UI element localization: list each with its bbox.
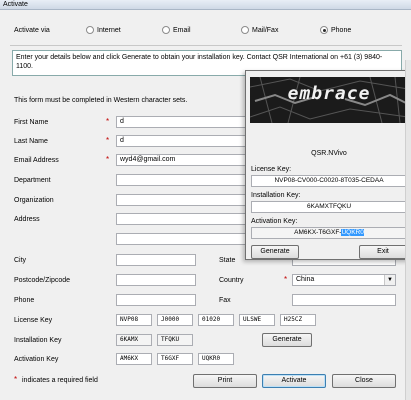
- keygen-activation-text: AM6KX-T6GXF-: [294, 229, 342, 236]
- phone-label: Phone: [14, 297, 35, 304]
- license-key-part[interactable]: NVP08: [116, 314, 152, 326]
- last-name-field[interactable]: d: [116, 135, 246, 147]
- fax-label: Fax: [219, 297, 231, 304]
- keygen-logo: embrace: [287, 83, 371, 104]
- address-label: Address: [14, 216, 40, 223]
- city-label: City: [14, 257, 27, 264]
- keygen-product: QSR.NVivo: [311, 150, 347, 157]
- address-field-line1[interactable]: [116, 213, 246, 225]
- keygen-activation-field[interactable]: AM6KX-T6GXF-UQKR0: [251, 227, 407, 239]
- department-field[interactable]: [116, 174, 246, 186]
- organization-label: Organization: [14, 197, 54, 204]
- required-marker: *: [284, 275, 288, 284]
- keygen-activation-label: Activation Key:: [251, 218, 298, 225]
- keygen-activation-selection: UQKR0: [341, 229, 364, 236]
- installation-key-part: TFQKU: [157, 334, 193, 346]
- activation-key-part[interactable]: T6GXF: [157, 353, 193, 365]
- radio-mailfax[interactable]: [241, 26, 249, 34]
- required-marker: *: [106, 117, 110, 126]
- license-key-part[interactable]: J0000: [157, 314, 193, 326]
- radio-internet-label[interactable]: Internet: [97, 26, 121, 35]
- department-label: Department: [14, 177, 51, 184]
- keygen-license-label: License Key:: [251, 166, 292, 173]
- required-marker: *: [106, 136, 110, 145]
- keygen-license-field[interactable]: NVP08-CV000-C0020-8T035-CEDAA: [251, 175, 407, 187]
- required-marker: *: [106, 155, 110, 164]
- city-field[interactable]: [116, 254, 196, 266]
- country-label: Country: [219, 277, 244, 284]
- radio-phone[interactable]: [320, 26, 328, 34]
- window-title: Activate: [3, 1, 28, 8]
- required-marker: *: [14, 375, 18, 384]
- title-bar: Activate: [0, 0, 411, 10]
- address-field-line2[interactable]: [116, 233, 246, 245]
- keygen-install-field[interactable]: 6KAMXTFQKU: [251, 201, 407, 213]
- keygen-install-label: Installation Key:: [251, 192, 301, 199]
- scrollbar[interactable]: [405, 60, 411, 400]
- radio-phone-label[interactable]: Phone: [331, 26, 351, 35]
- installation-key-part: 6KAMX: [116, 334, 152, 346]
- radio-internet[interactable]: [86, 26, 94, 34]
- first-name-label: First Name: [14, 119, 49, 126]
- email-field[interactable]: wyd4@gmail.com: [116, 154, 246, 166]
- country-select[interactable]: China ▼: [292, 274, 396, 286]
- license-key-part[interactable]: H25CZ: [280, 314, 316, 326]
- license-key-label: License Key: [14, 317, 53, 324]
- chevron-down-icon[interactable]: ▼: [384, 275, 395, 285]
- email-label: Email Address: [14, 157, 59, 164]
- info-text: Enter your details below and click Gener…: [16, 54, 383, 70]
- divider: [10, 45, 402, 46]
- keygen-exit-button[interactable]: Exit: [359, 245, 407, 259]
- generate-button[interactable]: Generate: [262, 333, 312, 347]
- installation-key-label: Installation Key: [14, 337, 62, 344]
- fax-field[interactable]: [292, 294, 396, 306]
- country-value: China: [296, 276, 315, 283]
- license-key-part[interactable]: ULSWE: [239, 314, 275, 326]
- keygen-window: embrace QSR.NVivo License Key: NVP08-CV0…: [245, 70, 411, 260]
- keygen-generate-button[interactable]: Generate: [251, 245, 299, 259]
- last-name-label: Last Name: [14, 138, 48, 145]
- required-note: indicates a required field: [22, 377, 98, 384]
- print-button[interactable]: Print: [193, 374, 257, 388]
- phone-field[interactable]: [116, 294, 196, 306]
- license-key-part[interactable]: 01020: [198, 314, 234, 326]
- radio-mailfax-label[interactable]: Mail/Fax: [252, 26, 278, 35]
- activation-key-part[interactable]: AM6KX: [116, 353, 152, 365]
- activate-via-label: Activate via: [14, 27, 50, 34]
- state-label: State: [219, 257, 236, 264]
- activation-key-part[interactable]: UQKR0: [198, 353, 234, 365]
- radio-email[interactable]: [162, 26, 170, 34]
- postcode-label: Postcode/Zipcode: [14, 277, 71, 284]
- organization-field[interactable]: [116, 194, 246, 206]
- first-name-field[interactable]: d: [116, 116, 246, 128]
- keygen-banner: embrace: [250, 77, 408, 123]
- postcode-field[interactable]: [116, 274, 196, 286]
- close-button[interactable]: Close: [332, 374, 396, 388]
- activation-key-label: Activation Key: [14, 356, 59, 363]
- radio-email-label[interactable]: Email: [173, 26, 191, 35]
- western-note: This form must be completed in Western c…: [14, 97, 188, 104]
- activate-button[interactable]: Activate: [262, 374, 326, 388]
